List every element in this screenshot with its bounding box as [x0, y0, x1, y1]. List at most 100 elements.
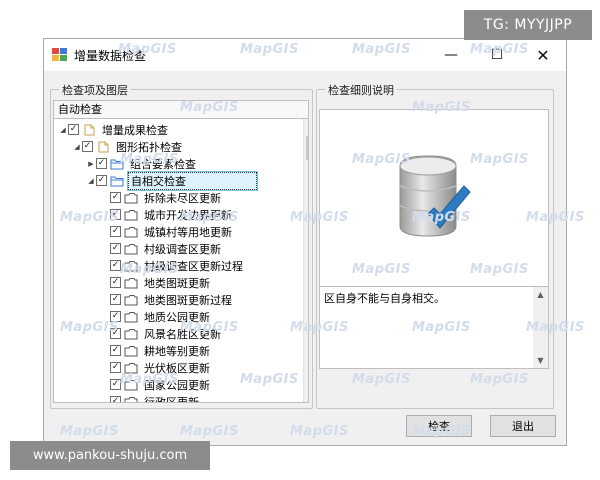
- desc-scroll-up-icon[interactable]: ▲: [533, 287, 548, 302]
- node-checkbox[interactable]: ✓: [110, 345, 121, 356]
- tree-node-label: 地类图斑更新: [144, 276, 210, 290]
- collapse-arrow-icon[interactable]: ◢: [86, 176, 96, 186]
- check-tree[interactable]: ◢ ✓ 增量成果检查 ◢ ✓ 图形拓扑检查 ▶ ✓ 组合要素检查 ◢ ✓ 自相交检查 ✓ 拆除未尽区更新 ✓…: [53, 118, 309, 403]
- tree-node[interactable]: ✓ 耕地等别更新: [100, 342, 212, 359]
- tree-node-label: 风景名胜区更新: [144, 327, 221, 341]
- tree-node-label: 耕地等别更新: [144, 344, 210, 358]
- node-checkbox[interactable]: ✓: [110, 209, 121, 220]
- tree-vertical-scrollbar[interactable]: ▲ ▼: [303, 119, 308, 402]
- node-checkbox[interactable]: ✓: [110, 379, 121, 390]
- tree-node-label: 城镇村等用地更新: [144, 225, 232, 239]
- layer-icon: [124, 260, 138, 271]
- tree-column-header[interactable]: 自动检查: [53, 100, 309, 118]
- close-icon: ✕: [536, 45, 550, 65]
- tree-node-label: 国家公园更新: [144, 378, 210, 392]
- node-checkbox[interactable]: ✓: [96, 158, 107, 169]
- node-checkbox[interactable]: ✓: [110, 362, 121, 373]
- node-checkbox[interactable]: ✓: [68, 124, 79, 135]
- tree-node[interactable]: ✓ 城市开发边界更新: [100, 206, 234, 223]
- node-checkbox[interactable]: ✓: [82, 141, 93, 152]
- tree-node[interactable]: ✓ 国家公园更新: [100, 376, 212, 393]
- node-checkbox[interactable]: ✓: [110, 243, 121, 254]
- scroll-thumb[interactable]: [306, 136, 308, 160]
- tree-node[interactable]: ✓ 风景名胜区更新: [100, 325, 223, 342]
- minimize-button[interactable]: —: [428, 39, 474, 71]
- tree-node-label: 村级调查区更新: [144, 242, 221, 256]
- collapse-arrow-icon[interactable]: ◢: [72, 142, 82, 152]
- scroll-down-icon[interactable]: ▼: [304, 387, 308, 402]
- node-checkbox[interactable]: ✓: [110, 396, 121, 402]
- bottom-left-overlay-badge: www.pankou-shuju.com: [10, 441, 210, 470]
- node-checkbox[interactable]: ✓: [96, 175, 107, 186]
- tree-node[interactable]: ✓ 城镇村等用地更新: [100, 223, 234, 240]
- tree-node[interactable]: ✓ 地类图斑更新: [100, 274, 212, 291]
- document-icon: [98, 141, 109, 152]
- tree-node[interactable]: ◢ ✓ 自相交检查: [86, 170, 258, 191]
- check-button[interactable]: 检查: [406, 415, 472, 437]
- minimize-icon: —: [444, 47, 458, 63]
- node-checkbox[interactable]: ✓: [110, 192, 121, 203]
- exit-button[interactable]: 退出: [490, 415, 556, 437]
- tree-node[interactable]: ✓ 地质公园更新: [100, 308, 212, 325]
- tree-node-label: 拆除未尽区更新: [144, 191, 221, 205]
- scroll-up-icon[interactable]: ▲: [304, 119, 308, 134]
- expand-arrow-icon[interactable]: ▶: [86, 159, 96, 169]
- database-check-icon: [399, 155, 471, 237]
- close-button[interactable]: ✕: [520, 39, 566, 71]
- node-checkbox[interactable]: ✓: [110, 260, 121, 271]
- dialog-window: 增量数据检查 — ☐ ✕ 检查项及图层 自动检查 ◢ ✓ 增量成果检查 ◢ ✓ 图形拓扑检…: [43, 38, 567, 446]
- tree-node-label: 城市开发边界更新: [144, 208, 232, 222]
- window-title: 增量数据检查: [74, 49, 147, 63]
- node-checkbox[interactable]: ✓: [110, 294, 121, 305]
- tree-node[interactable]: ✓ 村级调查区更新过程: [100, 257, 245, 274]
- check-items-group-label: 检查项及图层: [59, 82, 131, 98]
- rule-description-panel: 区自身不能与自身相交。 ▲ ▼: [319, 109, 549, 369]
- tree-node-label: 行政区更新: [144, 395, 199, 403]
- layer-icon: [124, 345, 138, 356]
- tree-node[interactable]: ✓ 拆除未尽区更新: [100, 189, 223, 206]
- layer-icon: [124, 277, 138, 288]
- tree-node-label: 图形拓扑检查: [116, 140, 182, 154]
- tree-node[interactable]: ▶ ✓ 组合要素检查: [86, 155, 198, 172]
- tree-node[interactable]: ✓ 行政区更新: [100, 393, 201, 403]
- desc-scroll-down-icon[interactable]: ▼: [533, 353, 548, 368]
- tree-node[interactable]: ✓ 光伏板区更新: [100, 359, 212, 376]
- tree-node-label: 增量成果检查: [102, 123, 168, 137]
- description-scrollbar[interactable]: ▲ ▼: [533, 287, 548, 368]
- layer-icon: [124, 226, 138, 237]
- layer-icon: [124, 379, 138, 390]
- folder-icon: [110, 159, 124, 169]
- maximize-button[interactable]: ☐: [474, 39, 520, 71]
- node-checkbox[interactable]: ✓: [110, 277, 121, 288]
- layer-icon: [124, 209, 138, 220]
- tree-node[interactable]: ◢ ✓ 增量成果检查: [58, 121, 170, 138]
- tree-node[interactable]: ✓ 地类图斑更新过程: [100, 291, 234, 308]
- node-checkbox[interactable]: ✓: [110, 311, 121, 322]
- node-checkbox[interactable]: ✓: [110, 328, 121, 339]
- description-textbox[interactable]: 区自身不能与自身相交。 ▲ ▼: [320, 286, 548, 368]
- tree-node-label: 光伏板区更新: [144, 361, 210, 375]
- layer-icon: [124, 396, 138, 402]
- node-checkbox[interactable]: ✓: [110, 226, 121, 237]
- tree-node[interactable]: ✓ 村级调查区更新: [100, 240, 223, 257]
- folder-icon: [110, 176, 124, 186]
- tree-node-label: 地类图斑更新过程: [144, 293, 232, 307]
- layer-icon: [124, 294, 138, 305]
- collapse-arrow-icon[interactable]: ◢: [58, 125, 68, 135]
- layer-icon: [124, 243, 138, 254]
- tree-node[interactable]: ◢ ✓ 图形拓扑检查: [72, 138, 184, 155]
- title-bar: 增量数据检查 — ☐ ✕: [44, 39, 566, 71]
